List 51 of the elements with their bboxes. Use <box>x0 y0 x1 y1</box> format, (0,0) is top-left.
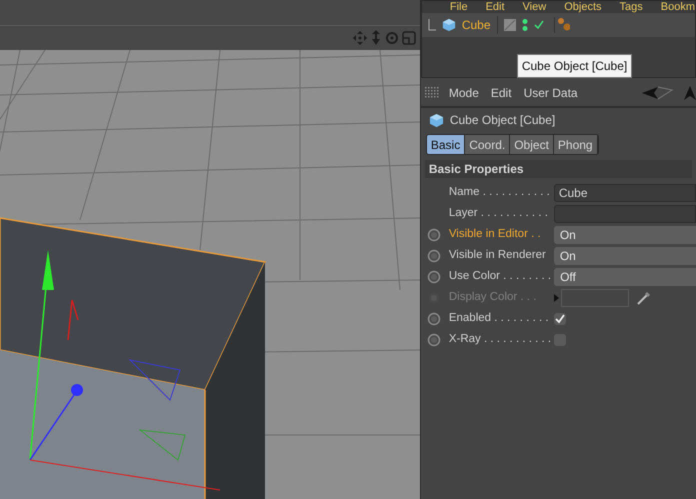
tab[interactable]: Object <box>510 135 554 154</box>
dropdown-field[interactable]: On <box>554 226 696 244</box>
layer-swatch-icon[interactable] <box>504 19 516 31</box>
keyframe-button-icon[interactable] <box>426 312 441 326</box>
keyframe-button-icon[interactable] <box>426 228 441 242</box>
property-label: Layer . . . . . . . . . . . <box>448 206 549 222</box>
menu-item[interactable]: Tags <box>620 1 643 13</box>
menu-item[interactable]: File <box>450 1 468 13</box>
property-label: Use Color . . . . . . . . <box>448 269 552 284</box>
eyedropper-icon[interactable] <box>636 291 651 305</box>
menu-item[interactable]: User Data <box>524 84 578 102</box>
checkbox[interactable] <box>554 313 566 325</box>
visibility-dots-icon[interactable] <box>522 18 528 32</box>
tab[interactable]: Basic <box>426 135 466 154</box>
text-field[interactable]: Cube <box>554 184 696 202</box>
menu-item[interactable]: Mode <box>448 84 479 102</box>
property-label: Display Color . . . <box>448 290 538 306</box>
menu-item[interactable]: Edit <box>490 84 512 102</box>
property-label: X-Ray . . . . . . . . . . . <box>448 332 552 348</box>
menu-item[interactable]: View <box>522 1 546 13</box>
move-icon[interactable] <box>353 31 367 45</box>
text-field[interactable] <box>554 205 696 223</box>
object-title: Cube Object [Cube] <box>450 112 556 129</box>
cube-icon <box>428 112 444 128</box>
property-label: Enabled . . . . . . . . . <box>448 311 550 326</box>
dropdown-field[interactable]: On <box>554 247 696 265</box>
back-arrow-icon[interactable] <box>642 86 674 100</box>
menu-item[interactable]: Edit <box>486 1 505 13</box>
property-label: Visible in Renderer <box>448 248 547 264</box>
keyframe-button-icon[interactable] <box>426 270 441 284</box>
tab[interactable]: Phong <box>554 135 598 154</box>
color-swatch[interactable] <box>560 289 629 307</box>
dropdown-field[interactable]: Off <box>554 268 696 286</box>
section-heading: Basic Properties <box>428 161 524 178</box>
keyframe-button-icon[interactable] <box>426 333 441 347</box>
property-label: Visible in Editor . . <box>448 227 542 242</box>
keyframe-button-icon[interactable] <box>426 249 441 263</box>
up-arrow-icon[interactable] <box>684 86 696 100</box>
property-label: Name . . . . . . . . . . . <box>448 185 551 200</box>
tree-line-icon <box>428 19 436 31</box>
maximize-view-icon[interactable] <box>402 31 416 45</box>
menu-item[interactable]: Bookm <box>660 1 695 13</box>
checkmark-icon[interactable] <box>534 20 544 30</box>
cube-icon <box>442 18 456 32</box>
tab[interactable]: Coord. <box>465 135 510 154</box>
panel-grip-icon[interactable] <box>424 87 439 99</box>
object-name[interactable]: Cube <box>462 16 498 34</box>
tooltip: Cube Object [Cube] <box>516 54 632 78</box>
material-tag-icon[interactable] <box>554 17 570 33</box>
expand-triangle-icon[interactable] <box>554 294 559 302</box>
menu-item[interactable]: Objects <box>564 1 602 13</box>
